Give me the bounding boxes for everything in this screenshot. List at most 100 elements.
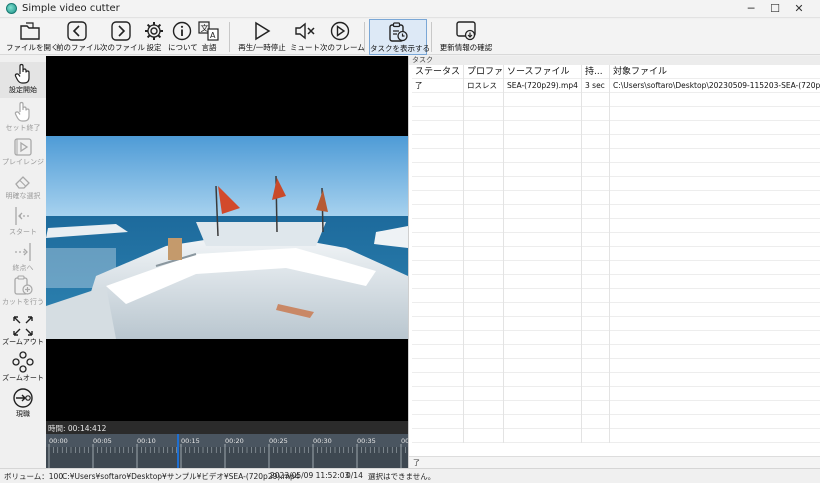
time-display: 時間: 00:14:412 [46, 421, 408, 434]
play-icon [255, 21, 271, 41]
empty-grid-row [412, 205, 820, 219]
modified-time-status: 2023/05/09 11:52:03 [270, 471, 350, 480]
svg-text:A: A [210, 31, 216, 40]
empty-grid-row [412, 219, 820, 233]
empty-grid-row [412, 275, 820, 289]
empty-grid-cell [412, 415, 610, 429]
language-button[interactable]: 文A 言語 [197, 19, 221, 55]
next-file-button[interactable]: 次のファイル [100, 19, 145, 55]
timeline-track [46, 447, 408, 468]
play-pause-label: 再生/一時停止 [238, 43, 286, 52]
empty-grid-cell [412, 121, 610, 135]
empty-grid-cell [412, 149, 610, 163]
timeline-tick-label: 00:15 [181, 437, 200, 445]
go-to-end-button[interactable]: 終点へ [0, 240, 46, 276]
cut-clipboard-icon [14, 275, 33, 295]
empty-grid-cell [412, 191, 610, 205]
empty-grid-row [412, 93, 820, 107]
column-header-source-file[interactable]: ソースファイル [504, 65, 582, 79]
mute-speaker-icon [295, 22, 315, 40]
empty-grid-cell [412, 163, 610, 177]
show-tasks-button[interactable]: タスクを表示する [369, 19, 430, 55]
empty-grid-cell [412, 107, 610, 121]
cut-label: カットを行う [2, 298, 44, 306]
settings-label: 設定 [146, 43, 162, 52]
timeline-tick-label: 00:05 [93, 437, 112, 445]
check-updates-label: 更新情報の確認 [439, 43, 493, 52]
volume-status: ボリューム：100 [4, 472, 64, 481]
task-target-file: C:\Users\softaro\Desktop\20230509-115203… [613, 81, 820, 90]
empty-grid-row [412, 303, 820, 317]
zoom-auto-label: ズームオート [2, 374, 44, 382]
status-bar: ボリューム：100 C:¥Users¥softaro¥Desktop¥サンプル¥… [0, 468, 820, 483]
gear-icon [145, 22, 163, 40]
selection-status: 選択はできません。 [368, 472, 436, 481]
timeline-tick-label: 00:00 [49, 437, 68, 445]
zoom-auto-icon [12, 351, 34, 373]
empty-grid-row [412, 401, 820, 415]
task-row[interactable]: 了 ロスレス SEA-(720p29).mp4 3 sec C:\Users\s… [412, 79, 820, 93]
sidebar: 設定開始 セット終了 プレイレンジ 明確な選択 スタート 終点へ カットを行う … [0, 56, 46, 468]
mute-label: ミュート [290, 43, 320, 52]
zoom-out-icon [13, 316, 33, 336]
column-header-profile[interactable]: プロファ... [464, 65, 504, 79]
current-position-button[interactable]: 現職 [0, 386, 46, 422]
play-pause-button[interactable]: 再生/一時停止 [234, 19, 290, 55]
column-header-target-file[interactable]: 対象ファイル [610, 65, 820, 79]
empty-grid-row [412, 261, 820, 275]
zoom-auto-button[interactable]: ズームオート [0, 350, 46, 386]
empty-grid-row [412, 345, 820, 359]
empty-grid-cell [412, 261, 610, 275]
task-panel: タスク ステータス プロファ... ソースファイル 持... 対象ファイル 了 … [408, 56, 820, 468]
go-to-start-button[interactable]: スタート [0, 204, 46, 240]
empty-grid-cell [412, 345, 610, 359]
open-file-button[interactable]: ファイルを開く [6, 19, 59, 55]
task-table: ステータス プロファ... ソースファイル 持... 対象ファイル 了 ロスレス… [412, 65, 820, 455]
timeline-tick-label: 00:40 [401, 437, 408, 445]
video-player[interactable] [46, 56, 408, 421]
preview-range-label: プレイレンジ [2, 158, 44, 166]
check-updates-button[interactable]: 更新情報の確認 [436, 19, 496, 55]
empty-grid-cell [412, 401, 610, 415]
empty-grid-row [412, 387, 820, 401]
show-tasks-label: タスクを表示する [370, 44, 430, 53]
empty-grid-cell [412, 275, 610, 289]
set-end-label: セット終了 [5, 124, 41, 132]
play-range-icon [14, 138, 32, 156]
preview-range-button[interactable]: プレイレンジ [0, 136, 46, 172]
empty-grid-cell [412, 387, 610, 401]
set-start-button[interactable]: 設定開始 [0, 62, 46, 98]
close-button[interactable]: ✕ [776, 0, 820, 18]
prev-file-label: 前のファイル [56, 43, 101, 52]
hand-cursor-icon [14, 63, 30, 84]
clipboard-clock-icon [389, 22, 408, 42]
mute-button[interactable]: ミュート [290, 19, 320, 55]
empty-grid-row [412, 135, 820, 149]
settings-button[interactable]: 設定 [142, 19, 166, 55]
cut-button[interactable]: カットを行う [0, 274, 46, 310]
column-header-duration[interactable]: 持... [582, 65, 610, 79]
zoom-out-label: ズームアウト [2, 338, 44, 346]
about-button[interactable]: について [168, 19, 198, 55]
set-start-label: 設定開始 [9, 86, 37, 94]
prev-file-button[interactable]: 前のファイル [56, 19, 101, 55]
empty-grid-row [412, 191, 820, 205]
go-to-start-label: スタート [9, 228, 37, 236]
download-update-icon [456, 21, 476, 41]
toolbar: ファイルを開く 前のファイル 次のファイル 設定 について 文A 言語 再生/一… [0, 19, 820, 55]
task-panel-title: タスク [409, 56, 820, 65]
about-label: について [168, 43, 198, 52]
toolbar-separator [364, 22, 365, 52]
go-to-start-icon [15, 207, 31, 225]
task-profile: ロスレス [464, 79, 504, 93]
toolbar-separator [431, 22, 432, 52]
clear-selection-button[interactable]: 明確な選択 [0, 170, 46, 206]
column-header-status[interactable]: ステータス [412, 65, 464, 79]
set-end-button[interactable]: セット終了 [0, 100, 46, 136]
next-frame-button[interactable]: 次のフレーム [320, 19, 365, 55]
empty-grid-row [412, 107, 820, 121]
zoom-out-button[interactable]: ズームアウト [0, 314, 46, 350]
task-duration: 3 sec [582, 79, 610, 93]
timeline-slider[interactable]: 00:00 00:05 00:10 00:15 00:20 00:25 00:30 00:35… [46, 434, 408, 468]
open-file-label: ファイルを開く [6, 43, 59, 52]
